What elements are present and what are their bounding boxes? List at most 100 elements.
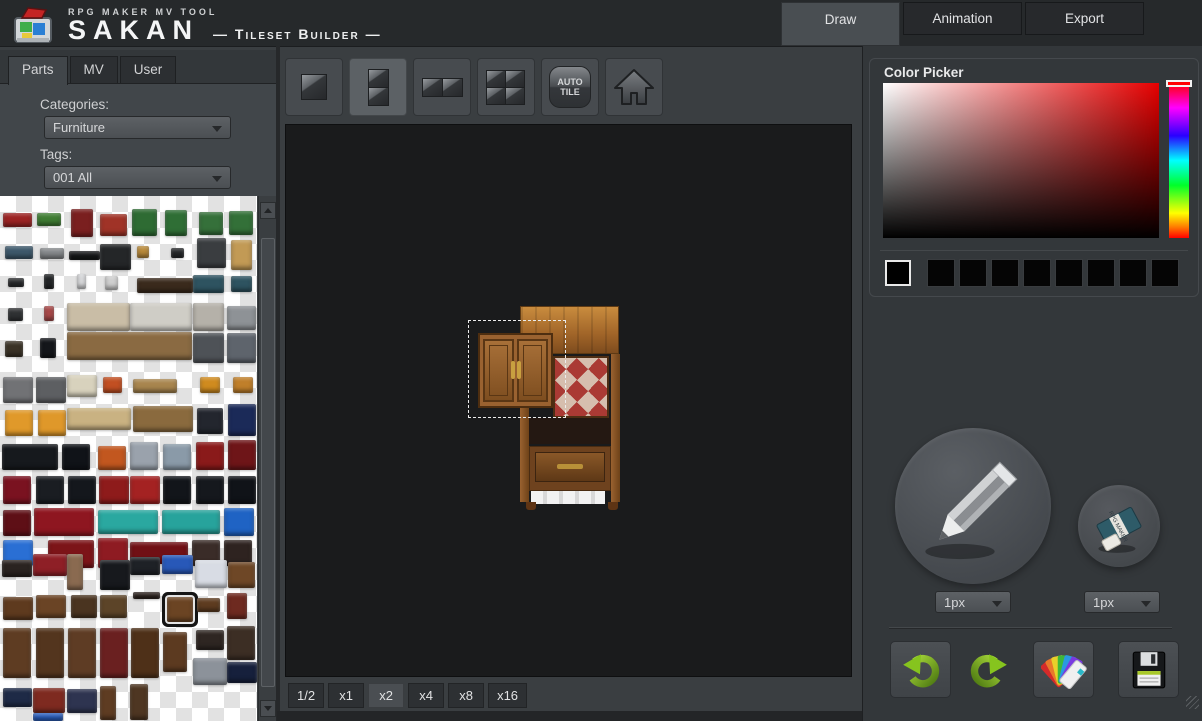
eraser-size-select[interactable]: 1px: [1084, 591, 1160, 613]
tile-thumbnail[interactable]: [228, 562, 255, 588]
tile-thumbnail[interactable]: [130, 442, 158, 470]
tile-thumbnail[interactable]: [5, 410, 33, 436]
tile-thumbnail[interactable]: [71, 595, 97, 618]
tile-thumbnail[interactable]: [199, 212, 223, 235]
tile-thumbnail[interactable]: [227, 333, 256, 363]
tile-thumbnail[interactable]: [200, 377, 220, 393]
color-swatch[interactable]: [1151, 259, 1179, 287]
tile-thumbnail[interactable]: [233, 377, 253, 393]
tile-thumbnail[interactable]: [37, 213, 61, 226]
zoom-x16-button[interactable]: x16: [488, 683, 527, 708]
tile-thumbnail[interactable]: [67, 303, 130, 331]
tile-thumbnail[interactable]: [228, 440, 256, 470]
tile-thumbnail[interactable]: [98, 510, 158, 534]
color-swatch[interactable]: [1055, 259, 1083, 287]
tile-thumbnail[interactable]: [196, 630, 224, 650]
tile-thumbnail[interactable]: [3, 597, 33, 620]
tile-thumbnail[interactable]: [67, 554, 83, 590]
tile-thumbnail[interactable]: [163, 632, 187, 672]
tile-thumbnail[interactable]: [44, 306, 54, 321]
tile-thumbnail[interactable]: [100, 214, 127, 236]
tile-thumbnail[interactable]: [195, 560, 227, 588]
tile-thumbnail[interactable]: [44, 274, 54, 289]
zoom-x4-button[interactable]: x4: [408, 683, 444, 708]
tile-thumbnail[interactable]: [103, 377, 122, 393]
tile-thumbnail[interactable]: [77, 274, 86, 289]
tile-thumbnail[interactable]: [163, 476, 191, 504]
zoom-x2-button[interactable]: x2: [368, 683, 404, 708]
autotile-button[interactable]: AUTO TILE: [541, 58, 599, 116]
tile-thumbnail[interactable]: [227, 626, 255, 660]
tile-thumbnail[interactable]: [36, 377, 66, 403]
tile-thumbnail[interactable]: [130, 303, 192, 331]
eraser-tool-button[interactable]: RPG MAKER: [1078, 485, 1160, 567]
tile-thumbnail[interactable]: [40, 338, 56, 358]
tile-thumbnail[interactable]: [2, 444, 58, 470]
tile-thumbnail[interactable]: [196, 442, 224, 470]
tile-thumbnail[interactable]: [133, 406, 193, 432]
palette-button[interactable]: [1033, 641, 1094, 698]
color-swatch[interactable]: [959, 259, 987, 287]
tile-thumbnail[interactable]: [132, 209, 157, 236]
tile-thumbnail[interactable]: [163, 444, 191, 470]
tile-thumbnail[interactable]: [196, 476, 224, 504]
tile-1x1-button[interactable]: [285, 58, 343, 116]
tile-thumbnail[interactable]: [3, 510, 31, 536]
tile-thumbnail[interactable]: [33, 554, 67, 576]
hue-cursor[interactable]: [1166, 80, 1192, 87]
tile-thumbnail[interactable]: [197, 238, 226, 268]
tile-thumbnail[interactable]: [228, 404, 256, 436]
tile-thumbnail[interactable]: [137, 278, 193, 293]
tile-thumbnail[interactable]: [36, 476, 64, 504]
tile-thumbnail[interactable]: [100, 628, 128, 678]
tile-thumbnail[interactable]: [3, 688, 32, 707]
tile-thumbnail[interactable]: [197, 598, 220, 612]
tile-2x2-button[interactable]: [477, 58, 535, 116]
tags-select[interactable]: 001 All: [44, 166, 231, 189]
tile-thumbnail[interactable]: [8, 308, 23, 321]
tile-thumbnail[interactable]: [40, 248, 64, 259]
tile-thumbnail[interactable]: [3, 628, 31, 678]
saturation-value-area[interactable]: [883, 83, 1159, 238]
tile-thumbnail[interactable]: [67, 375, 97, 397]
save-button[interactable]: [1118, 641, 1179, 698]
tile-thumbnail[interactable]: [33, 688, 65, 713]
tile-thumbnail[interactable]: [171, 248, 184, 258]
tile-thumbnail[interactable]: [193, 658, 227, 685]
tile-thumbnail[interactable]: [105, 276, 118, 290]
tile-thumbnail[interactable]: [193, 303, 224, 331]
tile-thumbnail[interactable]: [193, 275, 224, 293]
color-swatch[interactable]: [991, 259, 1019, 287]
tile-thumbnail[interactable]: [69, 251, 100, 260]
tile-thumbnail[interactable]: [227, 593, 247, 619]
zoom-x1-button[interactable]: x1: [328, 683, 364, 708]
color-swatch[interactable]: [1119, 259, 1147, 287]
tile-thumbnail[interactable]: [99, 476, 129, 504]
tile-thumbnail[interactable]: [193, 333, 224, 363]
color-swatch[interactable]: [1023, 259, 1051, 287]
tile-thumbnail[interactable]: [36, 628, 64, 678]
tile-thumbnail[interactable]: [5, 246, 33, 259]
tile-thumbnail[interactable]: [165, 210, 187, 236]
tile-thumbnail[interactable]: [133, 379, 177, 393]
tile-thumbnail[interactable]: [100, 595, 127, 618]
tile-thumbnail[interactable]: [227, 306, 256, 330]
hue-strip[interactable]: [1169, 83, 1189, 238]
tile-thumbnail[interactable]: [231, 276, 252, 292]
tile-thumbnail[interactable]: [197, 408, 223, 434]
tab-draw[interactable]: Draw: [781, 2, 900, 46]
scroll-down-button[interactable]: [260, 700, 276, 717]
tile-thumbnail-selected[interactable]: [167, 597, 193, 622]
tile-thumbnail[interactable]: [3, 377, 33, 403]
tile-thumbnail[interactable]: [231, 240, 252, 270]
pencil-tool-button[interactable]: [895, 428, 1051, 584]
tile-thumbnail[interactable]: [33, 713, 63, 721]
tile-thumbnail[interactable]: [34, 508, 94, 536]
tile-thumbnail[interactable]: [2, 560, 32, 577]
tile-thumbnail[interactable]: [162, 555, 193, 574]
categories-select[interactable]: Furniture: [44, 116, 231, 139]
tile-thumbnail[interactable]: [38, 410, 66, 436]
scroll-up-button[interactable]: [260, 202, 276, 219]
left-tab-mv[interactable]: MV: [70, 56, 118, 83]
tab-export[interactable]: Export: [1025, 2, 1144, 35]
